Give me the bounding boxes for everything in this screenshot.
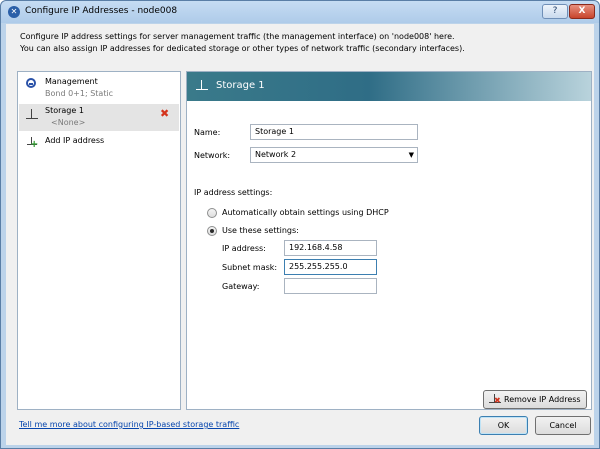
sidebar-item-detail: <None> bbox=[51, 118, 86, 127]
dhcp-label[interactable]: Automatically obtain settings using DHCP bbox=[222, 208, 389, 217]
subnet-mask-label: Subnet mask: bbox=[222, 263, 278, 272]
description-line-2: You can also assign IP addresses for ded… bbox=[20, 44, 465, 53]
description: Configure IP address settings for server… bbox=[20, 31, 465, 55]
network-select[interactable]: Network 2 ▼ bbox=[250, 147, 418, 163]
network-selected-value: Network 2 bbox=[255, 150, 297, 159]
dropdown-arrow-icon: ▼ bbox=[408, 151, 414, 159]
cancel-button[interactable]: Cancel bbox=[535, 416, 591, 435]
remove-icon[interactable]: ✖ bbox=[160, 107, 169, 120]
network-adapter-icon bbox=[26, 109, 38, 121]
static-settings-radio[interactable] bbox=[207, 226, 217, 236]
network-adapter-icon bbox=[196, 80, 208, 92]
ip-address-label: IP address: bbox=[222, 244, 266, 253]
ok-button[interactable]: OK bbox=[479, 416, 528, 435]
static-settings-label[interactable]: Use these settings: bbox=[222, 226, 299, 235]
sidebar-item-label: Storage 1 bbox=[45, 106, 84, 115]
sidebar-item-storage-1[interactable]: Storage 1 <None> ✖ bbox=[19, 104, 179, 131]
description-line-1: Configure IP address settings for server… bbox=[20, 32, 455, 41]
help-button[interactable]: ? bbox=[542, 4, 568, 19]
add-ip-address-label: Add IP address bbox=[45, 136, 105, 145]
dialog-window: ✕ Configure IP Addresses - node008 ? X C… bbox=[0, 0, 600, 449]
name-field[interactable]: Storage 1 bbox=[250, 124, 418, 140]
management-interface-icon bbox=[26, 78, 36, 88]
sidebar-item-detail: Bond 0+1; Static bbox=[45, 89, 114, 98]
dhcp-radio[interactable] bbox=[207, 208, 217, 218]
gateway-label: Gateway: bbox=[222, 282, 260, 291]
ip-address-field[interactable]: 192.168.4.58 bbox=[284, 240, 377, 256]
app-icon: ✕ bbox=[8, 6, 20, 18]
settings-panel: Storage 1 Name: Storage 1 Network: Netwo… bbox=[186, 71, 592, 410]
name-label: Name: bbox=[194, 128, 221, 137]
panel-title: Storage 1 bbox=[216, 80, 265, 91]
gateway-field[interactable] bbox=[284, 278, 377, 294]
remove-network-icon: ✖ bbox=[489, 394, 501, 406]
sidebar-item-management[interactable]: Management Bond 0+1; Static bbox=[19, 74, 179, 104]
title-bar[interactable]: ✕ Configure IP Addresses - node008 ? X bbox=[1, 1, 599, 23]
add-ip-address-link[interactable]: + Add IP address bbox=[19, 134, 179, 150]
help-link[interactable]: Tell me more about configuring IP-based … bbox=[19, 420, 239, 429]
remove-ip-address-label: Remove IP Address bbox=[504, 395, 581, 404]
panel-header: Storage 1 bbox=[187, 72, 591, 101]
window-title: Configure IP Addresses - node008 bbox=[25, 6, 178, 16]
subnet-mask-field[interactable]: 255.255.255.0 bbox=[284, 259, 377, 275]
ip-settings-label: IP address settings: bbox=[194, 188, 273, 197]
add-network-icon: + bbox=[27, 137, 39, 150]
remove-ip-address-button[interactable]: ✖ Remove IP Address bbox=[483, 390, 587, 409]
interface-list: Management Bond 0+1; Static Storage 1 <N… bbox=[17, 71, 181, 410]
sidebar-item-label: Management bbox=[45, 77, 98, 86]
dialog-body: Configure IP address settings for server… bbox=[6, 24, 594, 445]
close-button[interactable]: X bbox=[569, 4, 595, 19]
network-label: Network: bbox=[194, 151, 231, 160]
